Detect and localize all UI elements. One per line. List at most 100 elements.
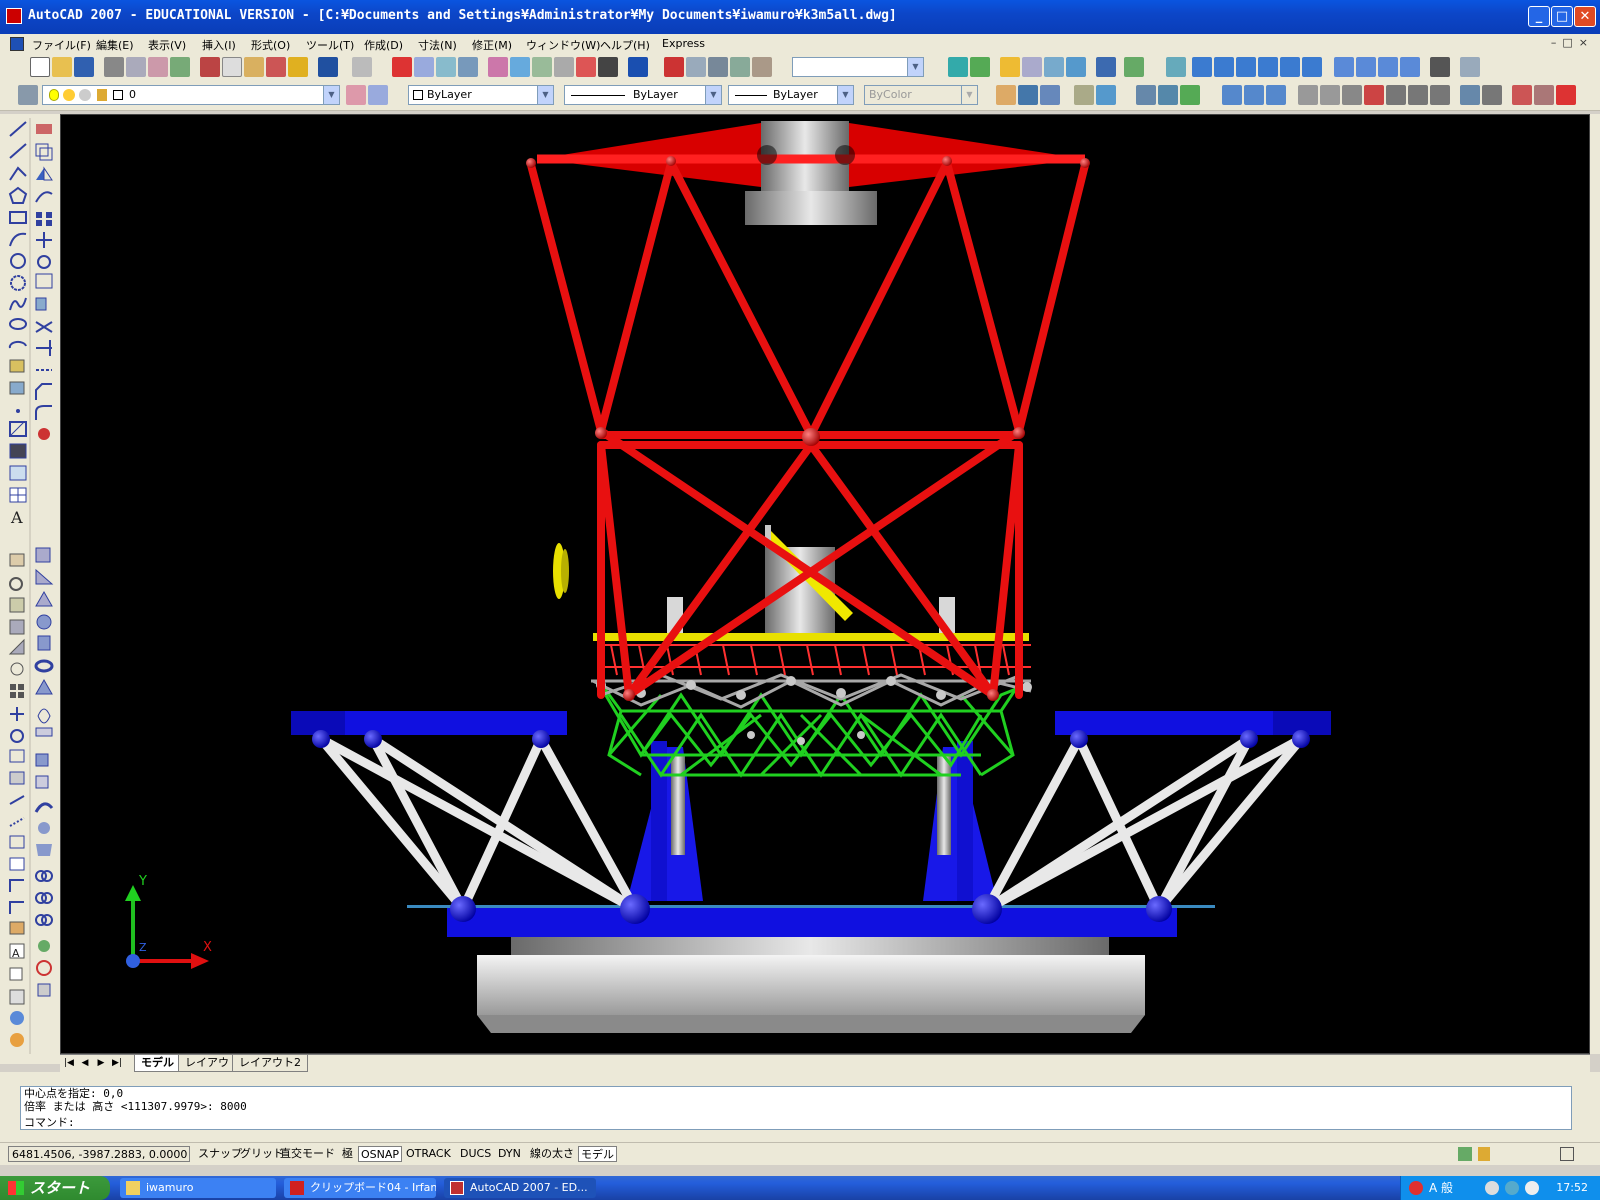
- render-icon[interactable]: [948, 57, 968, 77]
- block-attr-icon[interactable]: [9, 921, 25, 935]
- insert-block-icon[interactable]: [9, 359, 25, 373]
- render-window-icon[interactable]: [1066, 57, 1086, 77]
- manage-styles-icon[interactable]: [1556, 85, 1576, 105]
- menu-help[interactable]: ヘルプ(H): [600, 37, 650, 53]
- cylinder-icon[interactable]: [37, 635, 51, 651]
- style-table-icon[interactable]: [1040, 85, 1060, 105]
- camera-icon[interactable]: [730, 57, 750, 77]
- section-icon[interactable]: [1386, 85, 1406, 105]
- tab-next-icon[interactable]: ▶: [94, 1057, 108, 1070]
- tab-model[interactable]: モデル: [134, 1055, 181, 1072]
- coordinate-readout[interactable]: 6481.4506, -3987.2883, 0.0000: [8, 1146, 190, 1162]
- model-toggle[interactable]: モデル: [578, 1146, 617, 1162]
- extrude-icon[interactable]: [35, 753, 49, 767]
- minimize-button[interactable]: _: [1528, 6, 1550, 27]
- open-icon[interactable]: [52, 57, 72, 77]
- revolve-icon[interactable]: [38, 822, 50, 834]
- tray-volume-icon[interactable]: [1505, 1181, 1519, 1195]
- union-icon[interactable]: [1222, 85, 1242, 105]
- render-env-icon[interactable]: [1124, 57, 1144, 77]
- plot-icon[interactable]: [104, 57, 124, 77]
- walk-icon[interactable]: [752, 57, 772, 77]
- planar-surface-icon[interactable]: [35, 727, 53, 737]
- light-list-icon[interactable]: [1022, 57, 1042, 77]
- 3d-move-icon[interactable]: [38, 940, 50, 952]
- continuous-orbit-icon[interactable]: [1180, 85, 1200, 105]
- undo-icon[interactable]: [318, 57, 338, 77]
- tab-last-icon[interactable]: ▶|: [110, 1057, 124, 1070]
- hidden-icon[interactable]: [1482, 85, 1502, 105]
- menu-edit[interactable]: 編集(E): [96, 37, 134, 53]
- mapping-icon[interactable]: [1096, 57, 1116, 77]
- style-text-icon[interactable]: [996, 85, 1016, 105]
- materials-icon[interactable]: [970, 57, 990, 77]
- clean-screen-icon[interactable]: [1560, 1147, 1574, 1161]
- close-button[interactable]: ✕: [1574, 6, 1596, 27]
- menu-file[interactable]: ファイル(F): [32, 37, 91, 53]
- task-iwamuro[interactable]: iwamuro: [120, 1178, 276, 1198]
- multiline-text-icon[interactable]: A: [10, 508, 23, 527]
- color-dropdown[interactable]: ByLayer ▼: [408, 85, 554, 105]
- bottom-view-icon[interactable]: [1214, 57, 1234, 77]
- sun-icon[interactable]: [1044, 57, 1064, 77]
- snap-toggle[interactable]: スナップ: [196, 1146, 244, 1162]
- tray-app-icon[interactable]: [1409, 1181, 1423, 1195]
- menu-draw[interactable]: 作成(D): [364, 37, 403, 53]
- conceptual-icon[interactable]: [1534, 85, 1554, 105]
- named-views-icon[interactable]: [1166, 57, 1186, 77]
- globe-view-icon[interactable]: [10, 1011, 24, 1025]
- otrack-toggle[interactable]: OTRACK: [404, 1146, 453, 1162]
- pan-icon[interactable]: [392, 57, 412, 77]
- zoom-previous-icon[interactable]: [458, 57, 478, 77]
- top-view-icon[interactable]: [1192, 57, 1212, 77]
- markup-icon[interactable]: [576, 57, 596, 77]
- table-icon[interactable]: [9, 487, 27, 503]
- right-view-icon[interactable]: [1258, 57, 1278, 77]
- named-view-dropdown[interactable]: ▼: [792, 57, 924, 77]
- orbit-icon[interactable]: [708, 57, 728, 77]
- visual-style-icon[interactable]: [1430, 85, 1450, 105]
- match-properties-icon[interactable]: [266, 57, 286, 77]
- tab-prev-icon[interactable]: ◀: [78, 1057, 92, 1070]
- point-icon[interactable]: [16, 409, 20, 413]
- zoom-window-icon[interactable]: [436, 57, 456, 77]
- lineweight-toggle[interactable]: 線の太さ: [528, 1146, 576, 1162]
- command-prompt[interactable]: コマンド:: [24, 1116, 1571, 1129]
- ucs-world-icon[interactable]: [1320, 85, 1340, 105]
- zoom-in-icon[interactable]: [9, 597, 25, 613]
- left-view-icon[interactable]: [1236, 57, 1256, 77]
- publish-icon[interactable]: [148, 57, 168, 77]
- view-cube-icon[interactable]: [9, 989, 25, 1005]
- subtract-icon[interactable]: [1244, 85, 1264, 105]
- drawing-viewport[interactable]: Y X Z: [60, 114, 1590, 1054]
- ducs-toggle[interactable]: DUCS: [458, 1146, 493, 1162]
- start-button[interactable]: スタート: [0, 1176, 110, 1200]
- menu-insert[interactable]: 挿入(I): [202, 37, 236, 53]
- plot-preview-icon[interactable]: [126, 57, 146, 77]
- ime-indicator[interactable]: A 般: [1429, 1176, 1453, 1200]
- explode-icon[interactable]: [38, 428, 50, 440]
- ne-iso-icon[interactable]: [1378, 57, 1398, 77]
- 3d-align-icon[interactable]: [37, 983, 51, 997]
- sphere-icon[interactable]: [36, 614, 52, 630]
- gradient-icon[interactable]: [9, 443, 27, 459]
- target-icon[interactable]: [1460, 57, 1480, 77]
- realistic-icon[interactable]: [1512, 85, 1532, 105]
- mdi-window-controls[interactable]: –□×: [1551, 36, 1594, 49]
- document-icon[interactable]: [10, 37, 24, 51]
- tab-first-icon[interactable]: |◀: [62, 1057, 76, 1070]
- named-ucs-icon[interactable]: A: [9, 943, 25, 960]
- flatshot-icon[interactable]: [1408, 85, 1428, 105]
- erase-icon[interactable]: [36, 124, 52, 134]
- tray-network-icon[interactable]: [1485, 1181, 1499, 1195]
- make-block-icon[interactable]: [9, 381, 25, 395]
- save-icon[interactable]: [74, 57, 94, 77]
- press-pull-icon[interactable]: [35, 775, 49, 789]
- menu-format[interactable]: 形式(O): [251, 37, 290, 53]
- tab-layout2[interactable]: レイアウト2: [232, 1055, 308, 1072]
- comm-center-icon[interactable]: [1458, 1147, 1472, 1161]
- task-irfanview[interactable]: クリップボード04 - Irfan...: [284, 1178, 436, 1198]
- box-solid-icon[interactable]: [35, 547, 51, 563]
- orbit-3d-icon[interactable]: [1136, 85, 1156, 105]
- properties-icon[interactable]: [488, 57, 508, 77]
